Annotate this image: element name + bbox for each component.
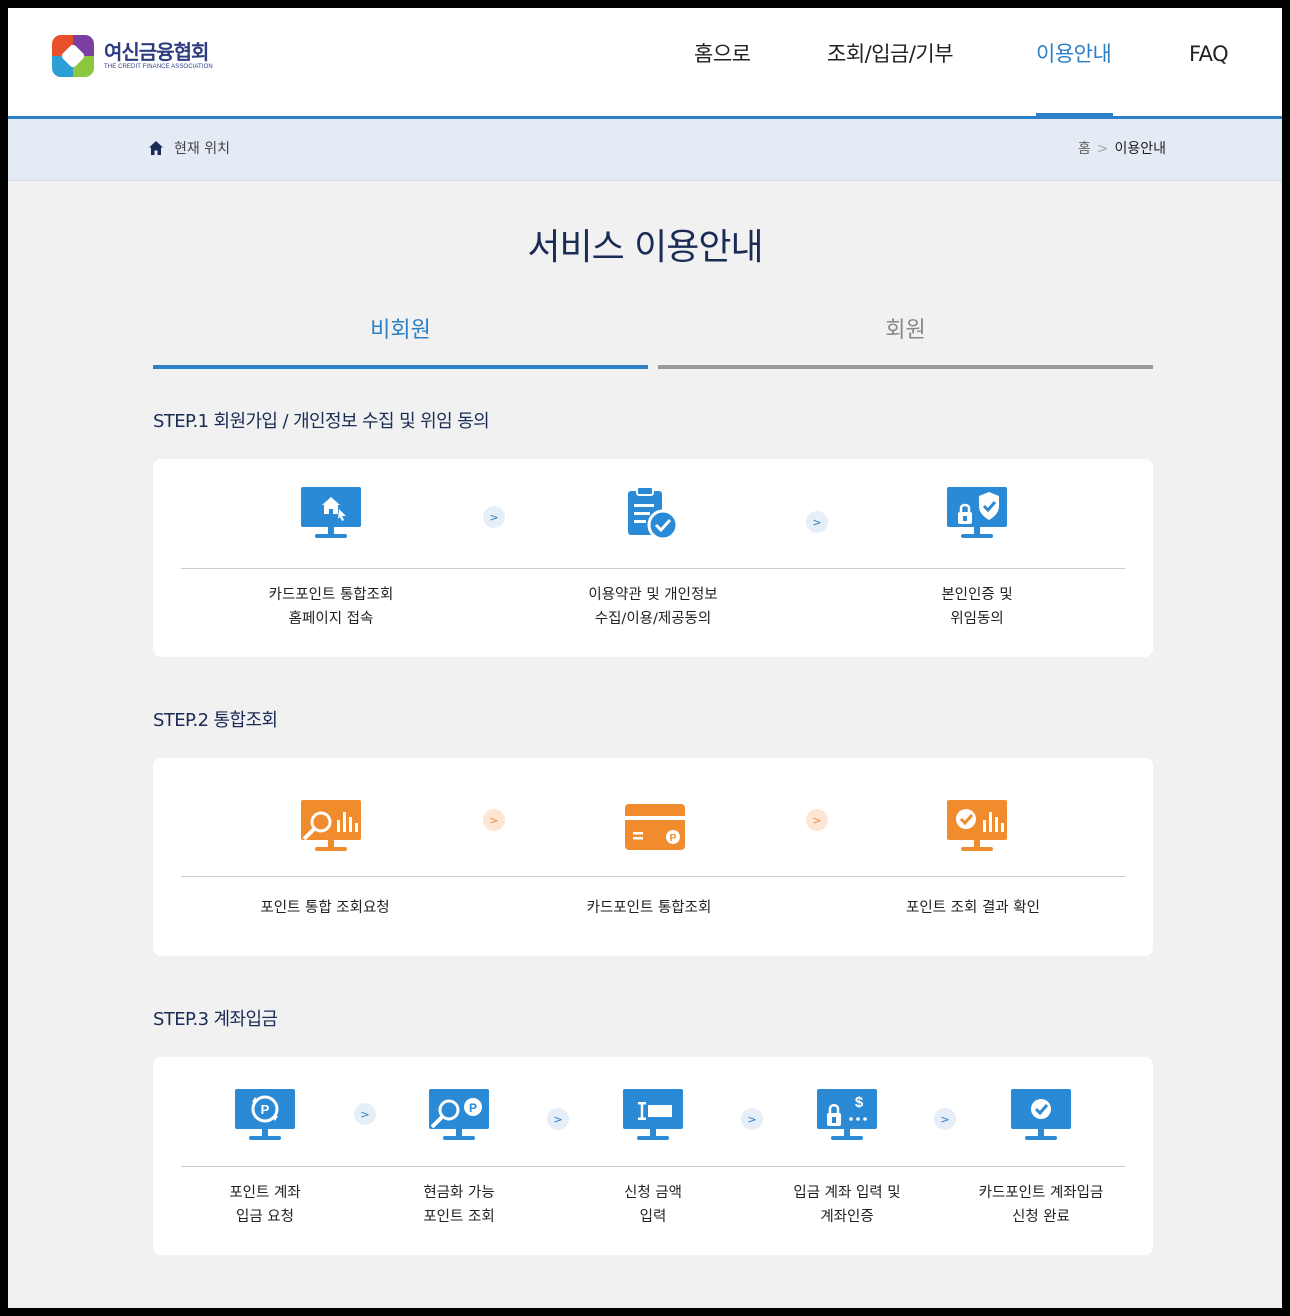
site-header: 여신금융협회 THE CREDIT FINANCE ASSOCIATION 홈으…	[8, 8, 1282, 116]
chevron-right-icon: >	[354, 1103, 376, 1125]
step-3-item-3-line-1: 신청 금액	[624, 1185, 682, 1201]
step-1-item-3-line-1: 본인인증 및	[941, 587, 1013, 603]
page: 여신금융협회 THE CREDIT FINANCE ASSOCIATION 홈으…	[8, 8, 1282, 1308]
step-1-item-1-line-1: 카드포인트 통합조회	[268, 587, 394, 603]
step-3-card: P 포인트 계좌 입금 요청 > P 현금화 가능 포인트 조회 > 신청 금액…	[153, 1057, 1153, 1255]
card-divider	[181, 568, 1125, 569]
svg-text:P: P	[670, 833, 677, 844]
step-3-item-4-line-2: 계좌인증	[820, 1209, 874, 1225]
chevron-right-icon: >	[483, 809, 505, 831]
step-3-item-3-line-2: 입력	[639, 1209, 667, 1225]
chevron-right-icon: >	[741, 1108, 763, 1130]
breadcrumb-home-link[interactable]: 홈	[1078, 141, 1091, 157]
step-2-title: STEP.2 통합조회	[153, 710, 278, 731]
logo-mark-icon	[52, 35, 94, 77]
card-divider	[181, 1166, 1125, 1167]
step-1-title: STEP.1 회원가입 / 개인정보 수집 및 위임 동의	[153, 411, 490, 432]
chevron-right-icon: >	[483, 506, 505, 528]
breadcrumb: 현재 위치 홈 > 이용안내	[8, 119, 1282, 181]
step-1-item-1-line-2: 홈페이지 접속	[288, 611, 374, 627]
logo[interactable]: 여신금융협회 THE CREDIT FINANCE ASSOCIATION	[52, 35, 213, 77]
step-1-item-2-line-1: 이용약관 및 개인정보	[588, 587, 718, 603]
logo-subtitle: THE CREDIT FINANCE ASSOCIATION	[104, 64, 213, 70]
chevron-right-icon: >	[547, 1108, 569, 1130]
step-2-card: 포인트 통합 조회요청 > P 카드포인트 통합조회 > 포인트 조회 결과 확…	[153, 758, 1153, 956]
breadcrumb-current: 이용안내	[1114, 141, 1166, 157]
step-3-item-1-line-2: 입금 요청	[236, 1209, 294, 1225]
page-title: 서비스 이용안내	[527, 227, 763, 268]
step-1-item-3-line-2: 위임동의	[950, 611, 1004, 627]
step-2-item-1-line-1: 포인트 통합 조회요청	[260, 900, 390, 916]
step-3-item-1-line-1: 포인트 계좌	[229, 1185, 301, 1201]
clipboard-check-icon	[623, 486, 683, 543]
home-icon	[148, 140, 164, 156]
step-3-item-5-line-2: 신청 완료	[1012, 1209, 1070, 1225]
nav-faq[interactable]: FAQ	[1189, 38, 1229, 70]
step-1-item-2-line-2: 수집/이용/제공동의	[594, 611, 712, 627]
step-2-item-2-line-1: 카드포인트 통합조회	[586, 900, 712, 916]
step-2-item-3-line-1: 포인트 조회 결과 확인	[906, 900, 1040, 916]
nav-inquiry-deposit-donation[interactable]: 조회/입금/기부	[827, 38, 954, 70]
nav-guide[interactable]: 이용안내	[1036, 38, 1112, 70]
step-3-item-5-line-1: 카드포인트 계좌입금	[978, 1185, 1104, 1201]
breadcrumb-label: 현재 위치	[174, 141, 230, 157]
monitor-input-icon	[623, 1089, 683, 1145]
svg-text:P: P	[261, 1102, 270, 1117]
monitor-search-point-icon: P	[429, 1089, 489, 1145]
chevron-right-icon: >	[934, 1108, 956, 1130]
monitor-lock-dollar-icon: $	[817, 1089, 877, 1145]
breadcrumb-separator: >	[1096, 141, 1109, 157]
monitor-check-icon	[1011, 1089, 1071, 1145]
step-3-item-2-line-2: 포인트 조회	[423, 1209, 495, 1225]
monitor-home-icon	[301, 487, 361, 543]
monitor-point-refresh-icon: P	[235, 1089, 295, 1145]
svg-text:$: $	[855, 1094, 864, 1111]
step-1-card: 카드포인트 통합조회 홈페이지 접속 > 이용약관 및 개인정보 수집/이용/제…	[153, 459, 1153, 657]
tab-member[interactable]: 회원	[658, 308, 1153, 369]
step-3-title: STEP.3 계좌입금	[153, 1009, 278, 1030]
breadcrumb-trail: 홈 > 이용안내	[1078, 139, 1166, 159]
monitor-search-chart-icon	[301, 800, 361, 856]
monitor-check-chart-icon	[947, 800, 1007, 856]
step-3-item-4-line-1: 입금 계좌 입력 및	[793, 1185, 901, 1201]
tab-non-member[interactable]: 비회원	[153, 308, 648, 369]
nav-home[interactable]: 홈으로	[694, 38, 751, 70]
chevron-right-icon: >	[806, 511, 828, 533]
point-card-icon: P	[625, 804, 685, 860]
monitor-shield-icon	[947, 487, 1007, 543]
chevron-right-icon: >	[806, 809, 828, 831]
svg-text:P: P	[469, 1101, 477, 1115]
logo-title: 여신금융협회	[104, 40, 209, 64]
card-divider	[181, 876, 1125, 877]
step-3-item-2-line-1: 현금화 가능	[423, 1185, 495, 1201]
